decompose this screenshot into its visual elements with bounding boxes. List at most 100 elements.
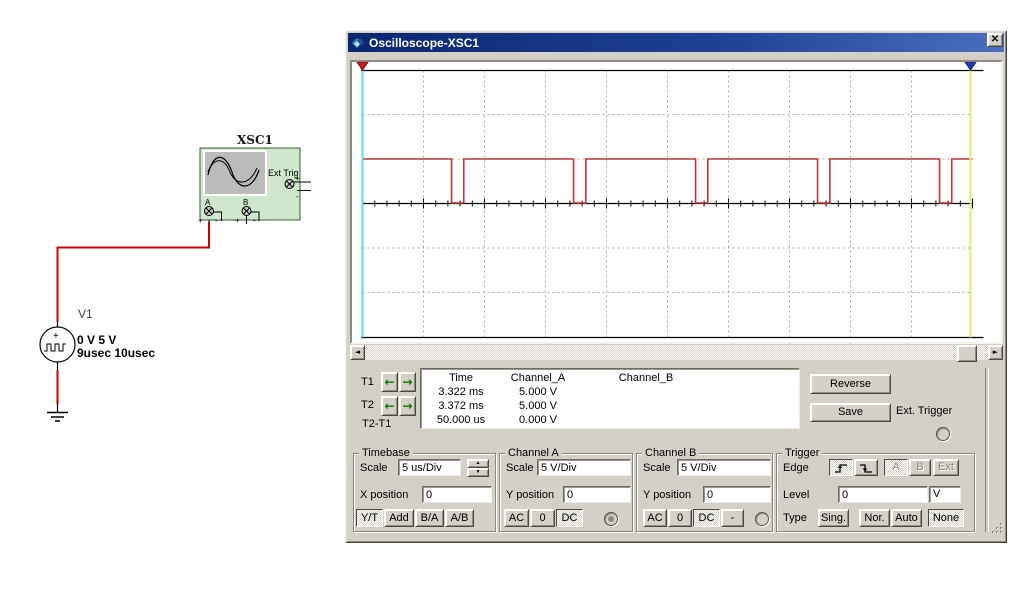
mode-add-button[interactable]: Add	[384, 509, 414, 527]
channel-b-ac-button[interactable]: AC	[643, 509, 667, 527]
terminal-a-label: A	[205, 198, 211, 207]
channel-b-group: Channel B Scale Y position AC 0 DC -	[636, 453, 773, 532]
schematic-canvas: +	[0, 0, 345, 599]
ground-symbol[interactable]	[47, 404, 68, 421]
scope-graph	[352, 62, 1001, 342]
channel-a-dc-button[interactable]: DC	[556, 509, 583, 527]
trigger-type-sing-button[interactable]: Sing.	[818, 509, 849, 527]
trigger-source-a-button[interactable]: A	[884, 459, 908, 476]
app-icon	[351, 36, 365, 50]
mode-ba-button[interactable]: B/A	[415, 509, 444, 527]
t2-right-button[interactable]: →	[399, 396, 416, 416]
trigger-source-ext-button[interactable]: Ext	[933, 459, 959, 476]
col-channel-b: Channel_B	[575, 371, 717, 385]
readout-header-row: Time Channel_A Channel_B	[421, 371, 799, 385]
scope-display	[350, 60, 1003, 344]
trigger-level-input[interactable]	[838, 486, 928, 503]
scroll-thumb[interactable]	[957, 345, 977, 362]
delta-readout-row: 50.000 us 0.000 V	[421, 413, 799, 427]
horizontal-scrollbar[interactable]: ◄ ►	[350, 345, 1003, 360]
oscilloscope-window: Oscilloscope-XSC1 ✕ ◄ ► T1 ← → T2 ← → T2…	[345, 30, 1007, 543]
trigger-type-label: Type	[783, 512, 807, 524]
channel-a-zero-button[interactable]: 0	[530, 509, 555, 527]
left-arrow-icon: ←	[384, 401, 394, 411]
t2-chb	[575, 399, 717, 413]
timebase-scale-input[interactable]	[398, 459, 461, 476]
close-button[interactable]: ✕	[987, 33, 1003, 47]
channel-b-connector[interactable]	[755, 512, 769, 526]
v1-value-line1[interactable]: 0 V 5 V	[77, 333, 116, 347]
dt-chb	[575, 413, 717, 427]
trigger-type-auto-button[interactable]: Auto	[891, 509, 922, 527]
col-time: Time	[421, 371, 501, 385]
channel-a-title: Channel A	[505, 447, 562, 459]
t1-cursor-marker[interactable]	[357, 62, 368, 70]
t2-time: 3.372 ms	[421, 399, 501, 413]
reverse-button[interactable]: Reverse	[810, 374, 891, 394]
channel-a-ac-button[interactable]: AC	[504, 509, 529, 527]
mode-ab-button[interactable]: A/B	[445, 509, 474, 527]
ext-trig-label: Ext Trig	[268, 168, 299, 178]
scroll-left-button[interactable]: ◄	[350, 345, 365, 360]
channel-a-group: Channel A Scale Y position AC 0 DC	[499, 453, 633, 532]
trigger-level-unit-box[interactable]: V	[929, 486, 961, 503]
t2-left-button[interactable]: ←	[381, 396, 398, 416]
v1-value-line2[interactable]: 9usec 10usec	[77, 346, 155, 360]
channel-a-ypos-label: Y position	[506, 489, 554, 501]
xsc1-refdes[interactable]: XSC1	[237, 133, 273, 147]
trigger-type-nor-button[interactable]: Nor.	[859, 509, 890, 527]
channel-b-dc-button[interactable]: DC	[693, 509, 720, 527]
panel-separator	[985, 368, 989, 532]
t2-cha: 5.000 V	[501, 399, 575, 413]
t2-readout-row: 3.372 ms 5.000 V	[421, 399, 799, 413]
x-position-label: X position	[360, 489, 408, 501]
v1-plus-sign: +	[53, 331, 59, 342]
t2-label: T2	[361, 399, 374, 411]
right-arrow-icon: →	[402, 377, 412, 387]
left-arrow-icon: ←	[384, 377, 394, 387]
falling-edge-icon	[858, 462, 874, 474]
window-title: Oscilloscope-XSC1	[369, 36, 479, 50]
t1-chb	[575, 385, 717, 399]
ext-trigger-connector[interactable]	[936, 427, 950, 441]
channel-b-ypos-input[interactable]	[703, 486, 771, 503]
right-arrow-icon: →	[402, 401, 412, 411]
channel-b-minus-button[interactable]: -	[721, 509, 744, 527]
trigger-edge-falling-button[interactable]	[854, 459, 878, 476]
mode-yt-button[interactable]: Y/T	[356, 509, 383, 527]
trigger-type-none-button[interactable]: None	[928, 509, 964, 527]
timebase-scale-down-button[interactable]: ▼	[467, 468, 489, 477]
trigger-title: Trigger	[782, 447, 822, 459]
channel-b-zero-button[interactable]: 0	[668, 509, 692, 527]
title-bar[interactable]: Oscilloscope-XSC1	[348, 33, 1004, 52]
rising-edge-icon	[833, 462, 849, 474]
t1-right-button[interactable]: →	[399, 372, 416, 392]
b-plus: +	[235, 216, 240, 225]
channel-a-scale-label: Scale	[506, 462, 534, 474]
t1-cha: 5.000 V	[501, 385, 575, 399]
trigger-source-b-button[interactable]: B	[909, 459, 931, 476]
t2-cursor-marker[interactable]	[965, 62, 976, 70]
v1-refdes[interactable]: V1	[78, 307, 93, 321]
timebase-scale-label: Scale	[360, 462, 388, 474]
channel-a-scale-input[interactable]	[537, 459, 631, 476]
channel-b-scale-input[interactable]	[677, 459, 771, 476]
trigger-edge-label: Edge	[783, 462, 809, 474]
v1-source-symbol[interactable]: +	[40, 322, 75, 370]
pulse-glyph	[44, 344, 66, 351]
ext-trigger-label: Ext. Trigger	[896, 405, 952, 417]
t1-time: 3.322 ms	[421, 385, 501, 399]
trigger-group: Trigger Edge A B Ext Level V Type Sing. …	[776, 453, 975, 532]
channel-a-connector[interactable]	[604, 512, 618, 526]
dt-time: 50.000 us	[421, 413, 501, 427]
t1-label: T1	[361, 376, 374, 388]
resize-grip[interactable]	[991, 522, 1004, 535]
trigger-edge-rising-button[interactable]	[829, 459, 853, 476]
channel-a-ypos-input[interactable]	[563, 486, 631, 503]
x-position-input[interactable]	[422, 486, 492, 503]
col-channel-a: Channel_A	[501, 371, 575, 385]
t1-left-button[interactable]: ←	[381, 372, 398, 392]
save-button[interactable]: Save	[810, 403, 891, 422]
oscilloscope-symbol[interactable]: A B + - + - + - Ext Trig	[198, 148, 311, 225]
scroll-right-button[interactable]: ►	[988, 345, 1003, 360]
